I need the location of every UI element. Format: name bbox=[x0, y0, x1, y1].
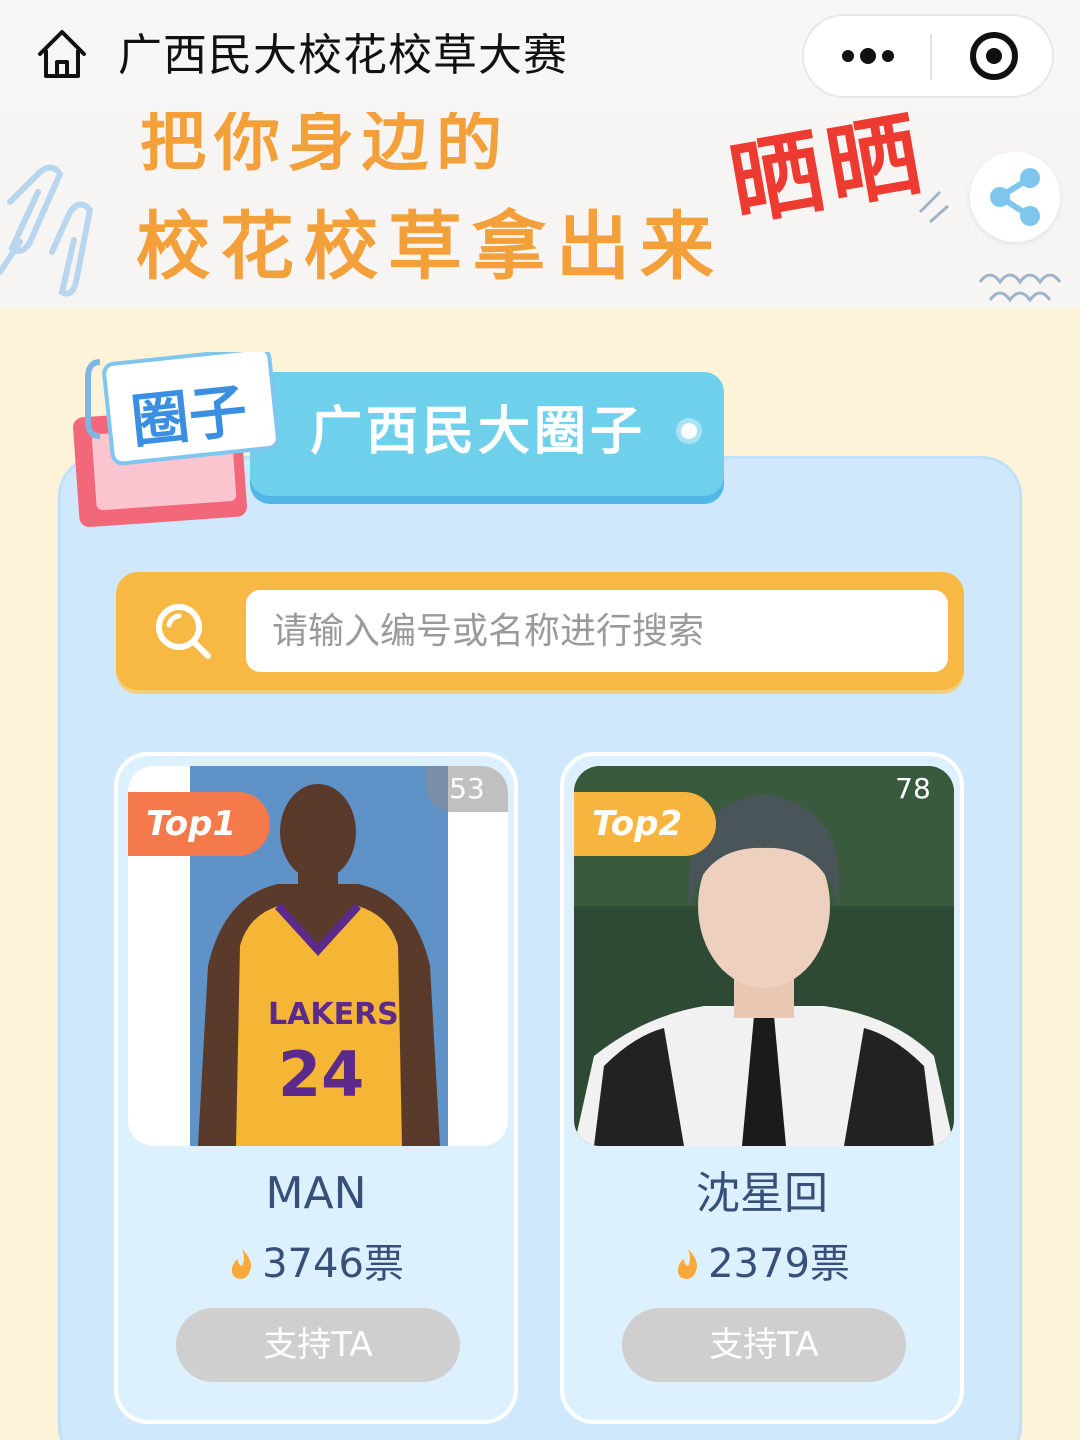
more-dots-icon[interactable] bbox=[804, 16, 930, 96]
search-icon[interactable] bbox=[152, 600, 214, 662]
contestant-photo[interactable]: Top2 78 bbox=[574, 766, 954, 1146]
svg-text:24: 24 bbox=[278, 1038, 364, 1111]
contestant-name: MAN bbox=[265, 1168, 367, 1219]
search-bar bbox=[116, 572, 964, 690]
search-input[interactable] bbox=[246, 590, 948, 672]
mini-program-capsule bbox=[802, 14, 1054, 98]
share-icon[interactable] bbox=[970, 152, 1060, 242]
circle-badge: 圈子 bbox=[73, 352, 280, 528]
top-nav-bar: 广西民大校花校草大赛 bbox=[0, 0, 1080, 112]
page-title: 广西民大校花校草大赛 bbox=[118, 30, 568, 81]
circle-header: 广西民大圈子 bbox=[250, 372, 724, 496]
paperclip-decoration-icon bbox=[0, 164, 94, 297]
promo-banner: 把你身边的 校花校草拿出来 晒晒 bbox=[0, 112, 1080, 308]
vote-count: 2379票 bbox=[564, 1236, 960, 1292]
contestant-photo[interactable]: LAKERS 24 Top1 53 bbox=[128, 766, 508, 1146]
contestant-card[interactable]: Top2 78 沈星回 2379票 支持TA bbox=[560, 752, 964, 1424]
contestant-number: 78 bbox=[895, 772, 931, 805]
contestant-card[interactable]: LAKERS 24 Top1 53 MAN 3746票 支持TA bbox=[114, 752, 518, 1424]
rank-badge: Top2 bbox=[574, 792, 717, 856]
rank-badge: Top1 bbox=[128, 792, 271, 856]
circle-dot-icon bbox=[676, 418, 702, 444]
vote-count: 3746票 bbox=[118, 1236, 514, 1292]
circle-badge-text: 圈子 bbox=[128, 376, 250, 456]
support-button[interactable]: 支持TA bbox=[176, 1308, 460, 1382]
contestant-number: 53 bbox=[426, 766, 508, 812]
flame-icon bbox=[231, 1249, 252, 1279]
home-icon[interactable] bbox=[34, 26, 90, 82]
flame-icon bbox=[677, 1249, 698, 1279]
vote-count-text: 3746票 bbox=[262, 1241, 404, 1287]
support-button[interactable]: 支持TA bbox=[622, 1308, 906, 1382]
vote-count-text: 2379票 bbox=[708, 1241, 850, 1287]
circle-title: 广西民大圈子 bbox=[310, 402, 647, 462]
banner-line-1: 把你身边的 bbox=[140, 112, 510, 180]
target-close-icon[interactable] bbox=[932, 16, 1052, 96]
banner-line-2: 校花校草拿出来 bbox=[136, 204, 724, 290]
contestant-name: 沈星回 bbox=[696, 1168, 828, 1219]
svg-text:LAKERS: LAKERS bbox=[268, 997, 399, 1032]
